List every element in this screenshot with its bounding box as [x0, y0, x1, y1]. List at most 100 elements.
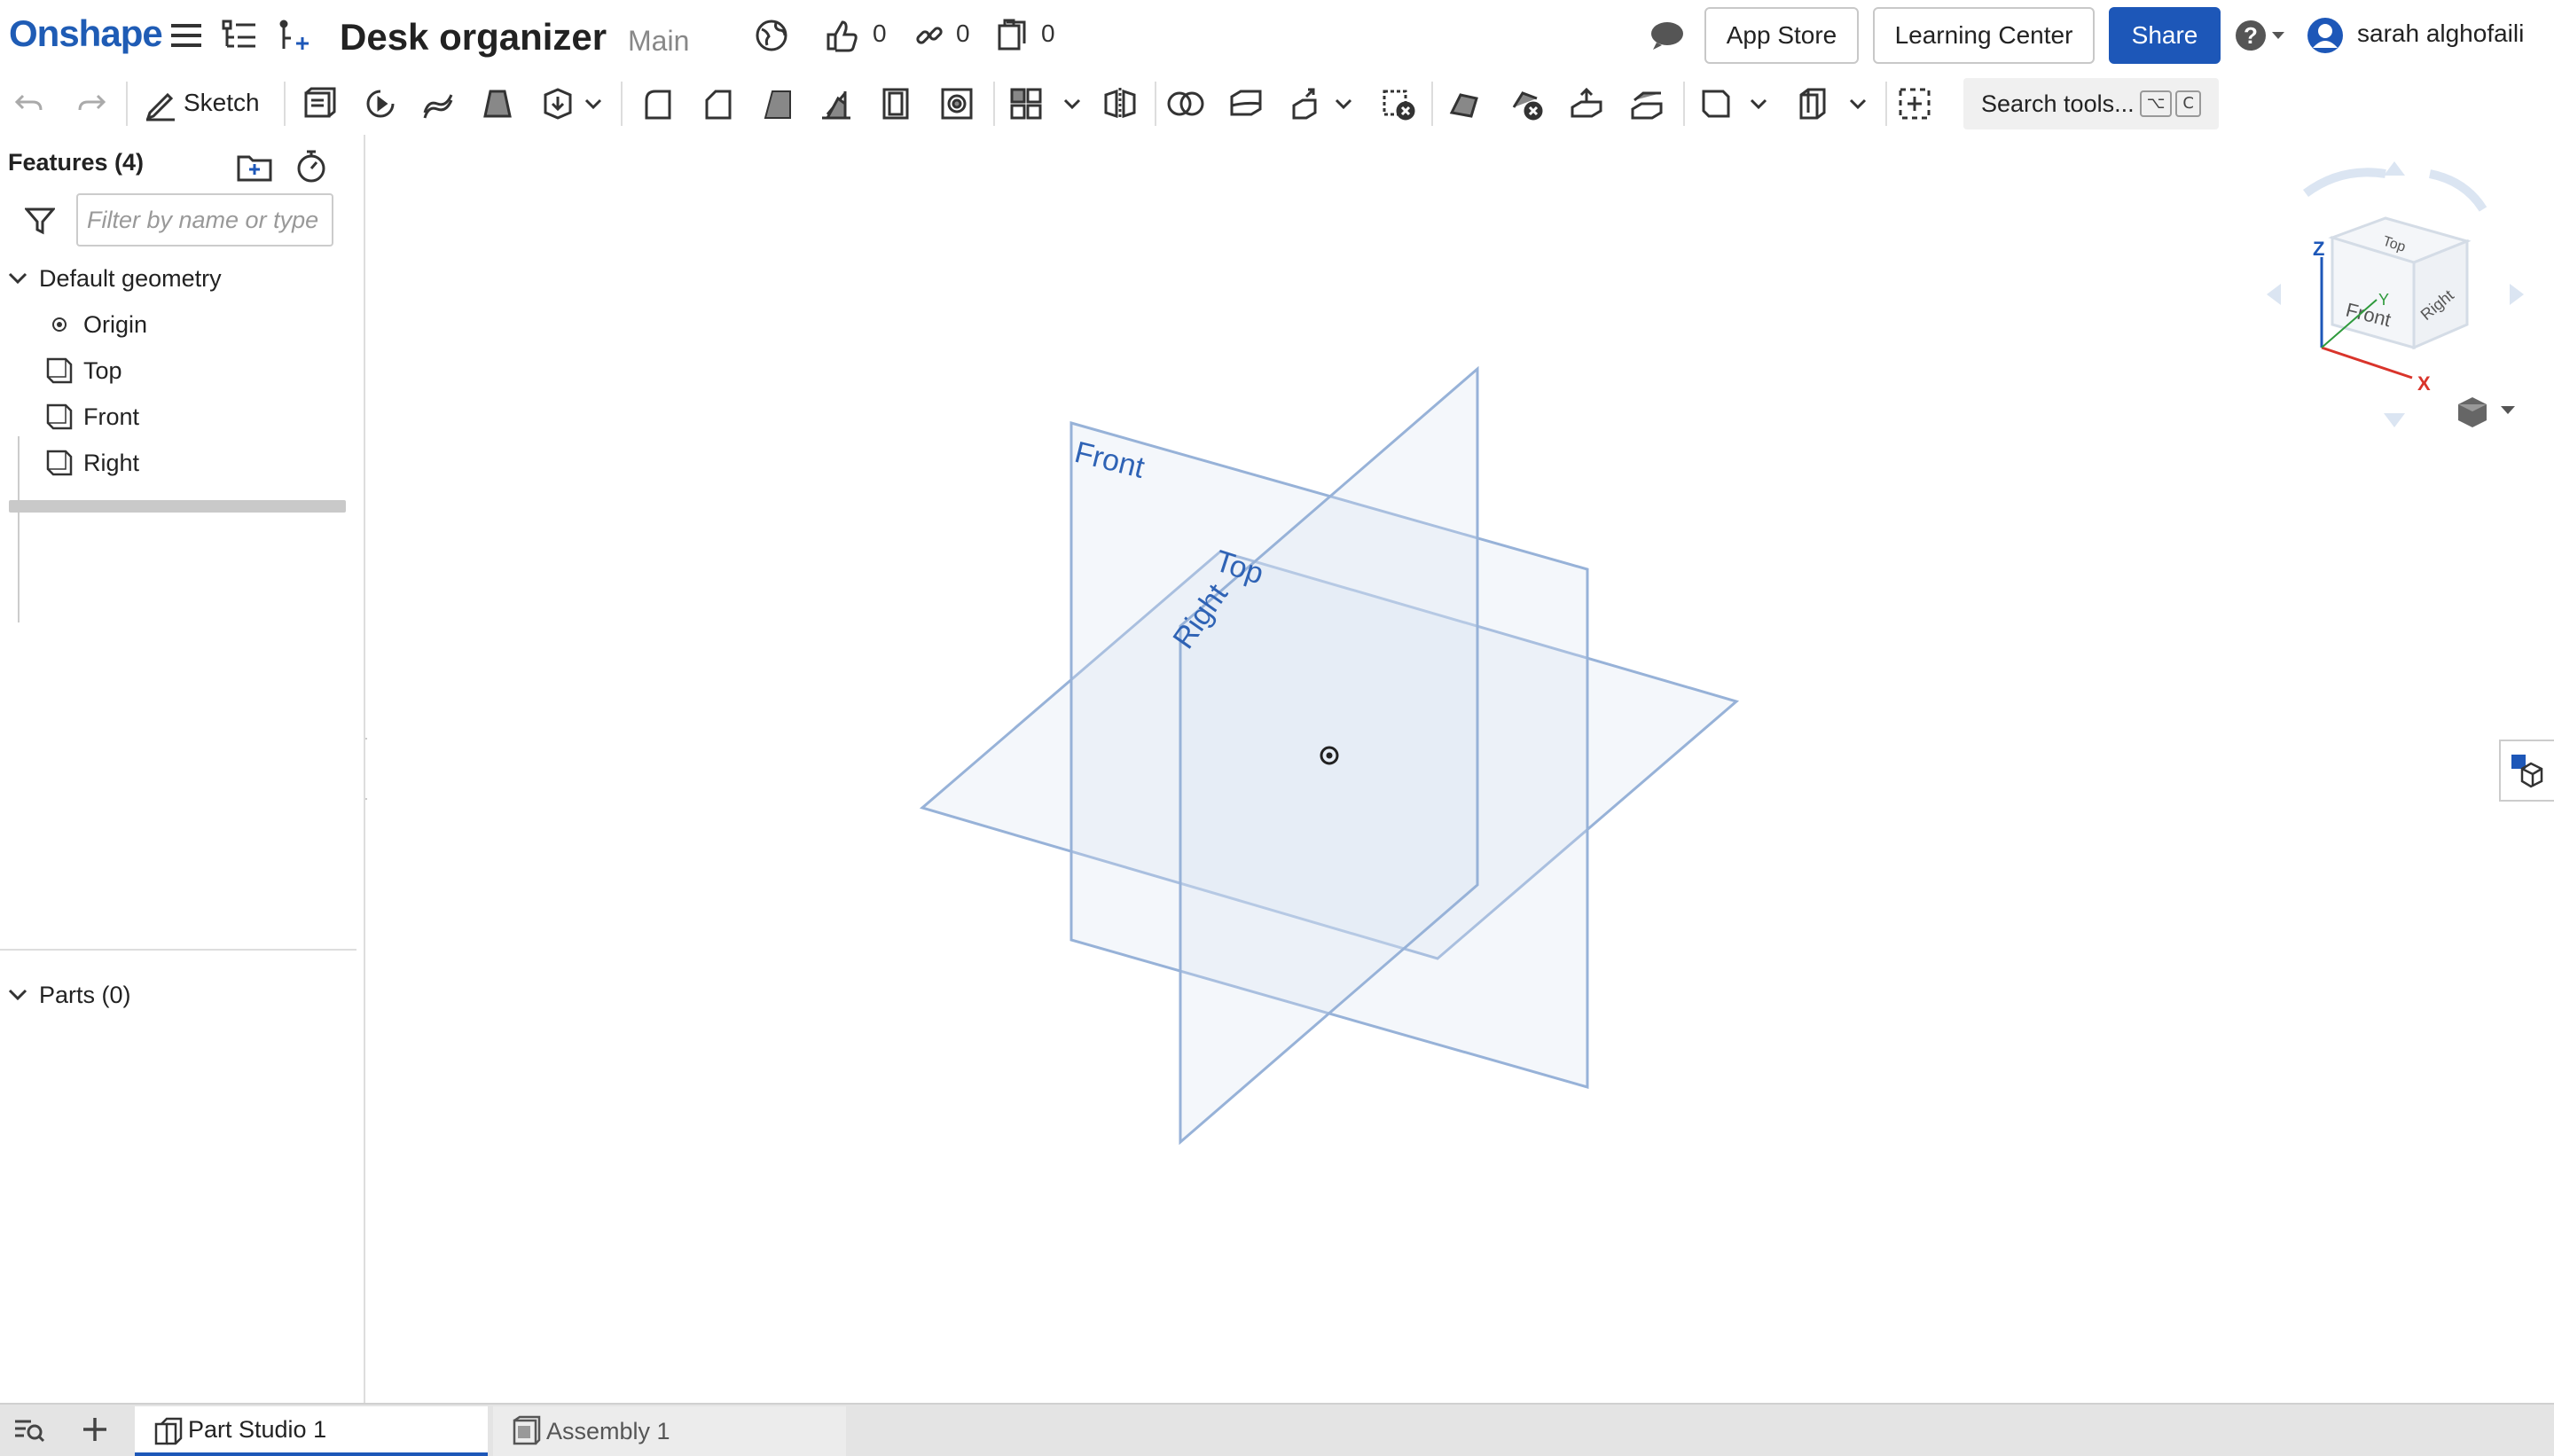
rotate-arrow-right[interactable]	[2428, 169, 2487, 212]
view-down-arrow[interactable]	[2384, 413, 2405, 427]
chevron-down-icon[interactable]	[1845, 82, 1871, 126]
chevron-down-icon[interactable]	[7, 270, 28, 286]
pattern-icon[interactable]	[1004, 82, 1048, 126]
learning-center-button[interactable]: Learning Center	[1873, 7, 2095, 64]
share-button[interactable]: Share	[2109, 7, 2221, 64]
origin-icon	[52, 317, 67, 332]
like-count: 0	[873, 20, 887, 47]
mate-connector-icon[interactable]	[1791, 82, 1836, 126]
filter-icon[interactable]	[18, 199, 62, 243]
sweep-icon[interactable]	[417, 82, 461, 126]
render-mode-icon[interactable]	[2458, 397, 2515, 427]
sketch-icon[interactable]	[138, 82, 183, 126]
copy-count: 0	[1041, 20, 1055, 47]
search-tools-label: Search tools...	[1981, 90, 2135, 117]
part-studio-icon	[154, 1417, 183, 1445]
modify-fillet-icon[interactable]	[1442, 82, 1486, 126]
chevron-down-icon[interactable]	[580, 82, 607, 126]
extrude-icon[interactable]	[296, 82, 341, 126]
assembly-icon	[513, 1415, 541, 1445]
menu-icon[interactable]	[167, 18, 206, 53]
comment-icon[interactable]	[1648, 18, 1687, 53]
feature-label: Front	[83, 403, 140, 430]
default-geometry-group[interactable]: Default geometry	[7, 257, 222, 300]
origin-dot	[1326, 752, 1333, 759]
x-axis-label: X	[2417, 372, 2431, 395]
split-icon[interactable]	[1224, 82, 1268, 126]
chevron-down-icon[interactable]	[1330, 82, 1357, 126]
undo-icon[interactable]	[7, 82, 51, 126]
panel-divider[interactable]	[0, 949, 356, 951]
link-count: 0	[956, 20, 970, 47]
fillet-icon[interactable]	[635, 82, 679, 126]
globe-icon[interactable]	[752, 18, 791, 53]
sketch-button[interactable]: Sketch	[184, 89, 260, 117]
redo-icon[interactable]	[69, 82, 114, 126]
chevron-down-icon[interactable]	[2501, 406, 2515, 414]
feature-label: Right	[83, 449, 140, 476]
add-tab-icon[interactable]	[73, 1407, 117, 1452]
avatar-icon[interactable]	[2306, 18, 2345, 53]
mirror-icon[interactable]	[1098, 82, 1142, 126]
rib-icon[interactable]	[814, 82, 858, 126]
filter-input[interactable]	[76, 193, 333, 247]
parts-group[interactable]: Parts (0)	[7, 974, 131, 1016]
list-item-front-plane[interactable]: Front	[44, 395, 139, 438]
graphics-viewport[interactable]: Front Top Right Top Front Right Z X Y	[367, 135, 2554, 1403]
z-axis-label: Z	[2313, 238, 2324, 260]
view-right-arrow[interactable]	[2510, 284, 2524, 305]
shortcut-key-c: C	[2175, 90, 2201, 117]
plane-icon	[46, 403, 73, 430]
onshape-logo[interactable]: Onshape	[9, 12, 163, 55]
user-name[interactable]: sarah alghofaili	[2357, 20, 2524, 48]
rotate-arrow-left[interactable]	[2303, 168, 2386, 198]
copy-icon[interactable]	[993, 18, 1032, 53]
hole-icon[interactable]	[935, 82, 979, 126]
delete-face-icon[interactable]	[1504, 82, 1548, 126]
link-icon[interactable]	[910, 18, 949, 53]
document-title[interactable]: Desk organizer	[340, 16, 607, 59]
chamfer-icon[interactable]	[695, 82, 740, 126]
move-face-icon[interactable]	[1564, 82, 1609, 126]
horizontal-scrollbar[interactable]	[9, 500, 346, 513]
transform-icon[interactable]	[1284, 82, 1328, 126]
rollback-timer-icon[interactable]	[289, 144, 333, 188]
feature-list-icon[interactable]	[220, 18, 259, 53]
add-folder-icon[interactable]	[232, 144, 277, 188]
shell-icon[interactable]	[874, 82, 919, 126]
add-custom-feature-icon[interactable]	[1892, 82, 1937, 126]
default-planes[interactable]: Front Top Right Top Front Right Z X Y	[367, 135, 2554, 1403]
loft-icon[interactable]	[475, 82, 520, 126]
thicken-icon[interactable]	[536, 82, 580, 126]
tab-manager-icon[interactable]	[7, 1407, 51, 1452]
replace-face-icon[interactable]	[1625, 82, 1669, 126]
app-store-button[interactable]: App Store	[1704, 7, 1859, 64]
tab-part-studio-1[interactable]: Part Studio 1	[135, 1406, 488, 1456]
chevron-down-icon[interactable]	[1745, 82, 1772, 126]
list-item-top-plane[interactable]: Top	[44, 349, 122, 392]
feature-label: Top	[83, 356, 122, 384]
draft-icon[interactable]	[756, 82, 800, 126]
y-axis-label: Y	[2378, 291, 2389, 309]
appearance-panel-button[interactable]	[2499, 740, 2554, 802]
delete-part-icon[interactable]	[1376, 82, 1421, 126]
feature-label: Origin	[83, 310, 148, 338]
plane-icon[interactable]	[1694, 82, 1738, 126]
x-axis	[2321, 346, 2413, 380]
list-item-origin[interactable]: Origin	[50, 303, 147, 346]
document-branch[interactable]: Main	[628, 25, 689, 58]
like-icon[interactable]	[823, 18, 862, 53]
view-cube[interactable]: Top Front Right Z X Y	[2267, 161, 2524, 427]
features-title: Features (4)	[8, 149, 145, 176]
revolve-icon[interactable]	[356, 82, 401, 126]
boolean-icon[interactable]	[1163, 82, 1208, 126]
search-tools-button[interactable]: Search tools... ⌥ C	[1963, 78, 2219, 129]
chevron-down-icon[interactable]	[7, 987, 28, 1003]
tab-assembly-1[interactable]: Assembly 1	[493, 1406, 846, 1456]
help-icon[interactable]: ?	[2233, 18, 2290, 53]
list-item-right-plane[interactable]: Right	[44, 442, 139, 484]
chevron-down-icon[interactable]	[1059, 82, 1085, 126]
view-up-arrow[interactable]	[2384, 161, 2405, 176]
insert-icon[interactable]	[275, 18, 314, 53]
view-left-arrow[interactable]	[2267, 284, 2281, 305]
